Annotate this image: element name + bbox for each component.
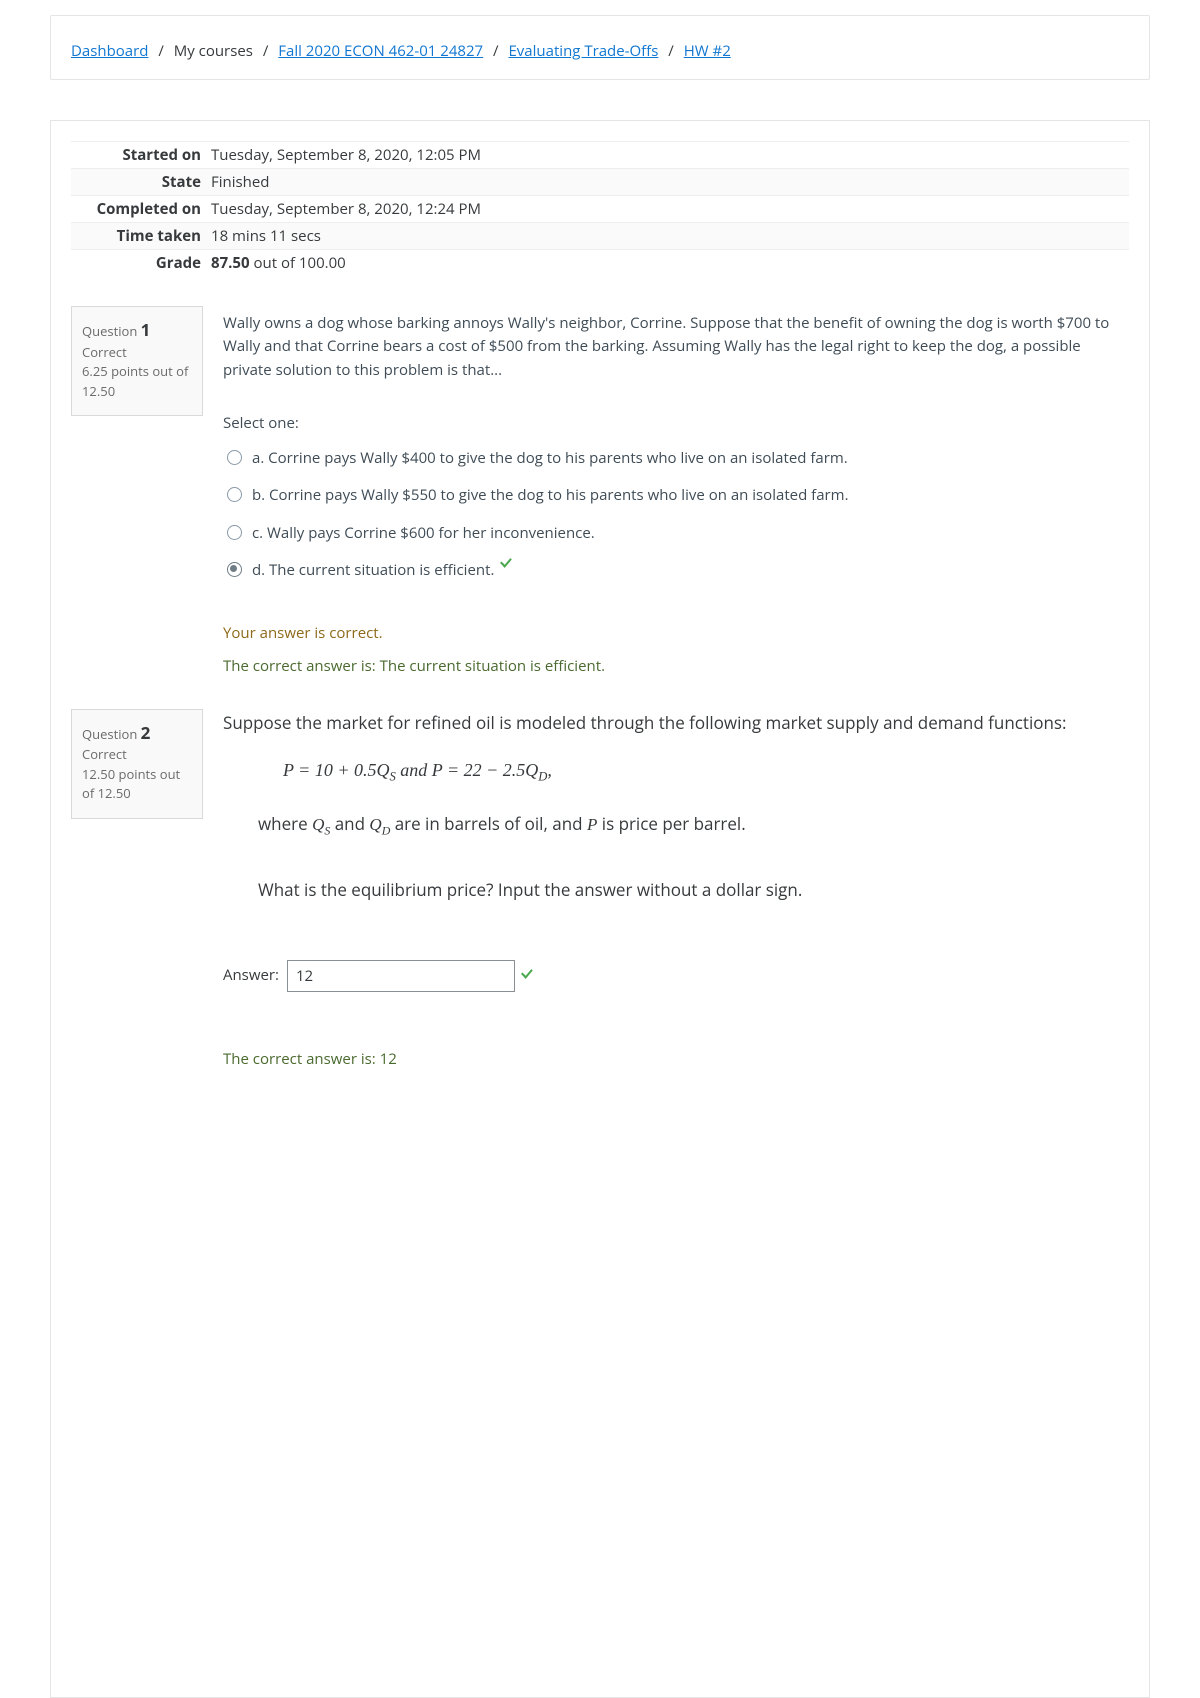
summary-label: State (71, 169, 211, 196)
feedback-correct: Your answer is correct. (223, 622, 1129, 645)
question-number: 2 (141, 721, 151, 744)
table-row: Completed on Tuesday, September 8, 2020,… (71, 196, 1129, 223)
summary-value: Tuesday, September 8, 2020, 12:24 PM (211, 196, 1129, 223)
question-2: Question 2 Correct 12.50 points out of 1… (71, 709, 1129, 1073)
question-label: Question (82, 725, 141, 743)
summary-label: Grade (71, 250, 211, 277)
radio-icon (227, 450, 242, 465)
answer-row: Answer: (223, 960, 1129, 992)
question-info-box: Question 1 Correct 6.25 points out of 12… (71, 306, 203, 416)
question-info-box: Question 2 Correct 12.50 points out of 1… (71, 709, 203, 819)
question-stem: Suppose the market for refined oil is mo… (223, 709, 1129, 738)
summary-value: 87.50 out of 100.00 (211, 250, 1129, 277)
option-b[interactable]: b. Corrine pays Wally $550 to give the d… (223, 484, 1129, 507)
check-icon (500, 560, 514, 571)
question-label: Question (82, 322, 141, 340)
summary-label: Started on (71, 142, 211, 169)
summary-value: 18 mins 11 secs (211, 223, 1129, 250)
answer-label: Answer: (223, 963, 279, 989)
table-row: Started on Tuesday, September 8, 2020, 1… (71, 142, 1129, 169)
equation-note: where QS and QD are in barrels of oil, a… (258, 810, 1129, 841)
option-label: d. The current situation is efficient. (252, 559, 494, 582)
answer-input[interactable] (287, 960, 515, 992)
summary-label: Completed on (71, 196, 211, 223)
option-label: a. Corrine pays Wally $400 to give the d… (252, 447, 848, 470)
breadcrumb-sep: / (493, 41, 499, 61)
table-row: Time taken 18 mins 11 secs (71, 223, 1129, 250)
select-one-prompt: Select one: (223, 412, 1129, 435)
breadcrumb: Dashboard / My courses / Fall 2020 ECON … (50, 15, 1150, 80)
breadcrumb-sep: / (158, 41, 164, 61)
option-d[interactable]: d. The current situation is efficient. (223, 559, 1129, 582)
feedback-answer: The correct answer is: 12 (223, 1047, 1129, 1073)
breadcrumb-sep: / (263, 41, 269, 61)
breadcrumb-mycourses: My courses (174, 41, 253, 61)
equation: P = 10 + 0.5QS and P = 22 − 2.5QD, (283, 755, 1129, 788)
table-row: State Finished (71, 169, 1129, 196)
check-icon (521, 971, 535, 982)
radio-icon (227, 487, 242, 502)
summary-value: Tuesday, September 8, 2020, 12:05 PM (211, 142, 1129, 169)
breadcrumb-activity-link[interactable]: HW #2 (684, 41, 731, 61)
breadcrumb-dashboard-link[interactable]: Dashboard (71, 41, 148, 61)
summary-value: Finished (211, 169, 1129, 196)
question-points: 6.25 points out of 12.50 (82, 362, 192, 401)
breadcrumb-course-link[interactable]: Fall 2020 ECON 462-01 24827 (278, 41, 483, 61)
question-status: Correct (82, 745, 192, 765)
feedback-answer: The correct answer is: The current situa… (223, 655, 1129, 678)
option-a[interactable]: a. Corrine pays Wally $400 to give the d… (223, 447, 1129, 470)
question-status: Correct (82, 343, 192, 363)
breadcrumb-sep: / (668, 41, 674, 61)
question-points: 12.50 points out of 12.50 (82, 765, 192, 804)
breadcrumb-section-link[interactable]: Evaluating Trade-Offs (508, 41, 658, 61)
radio-icon (227, 525, 242, 540)
summary-label: Time taken (71, 223, 211, 250)
question-1: Question 1 Correct 6.25 points out of 12… (71, 306, 1129, 679)
question-ask: What is the equilibrium price? Input the… (258, 876, 1129, 905)
option-label: c. Wally pays Corrine $600 for her incon… (252, 522, 595, 545)
attempt-summary-table: Started on Tuesday, September 8, 2020, 1… (71, 141, 1129, 276)
option-label: b. Corrine pays Wally $550 to give the d… (252, 484, 849, 507)
question-stem: Wally owns a dog whose barking annoys Wa… (223, 312, 1129, 382)
table-row: Grade 87.50 out of 100.00 (71, 250, 1129, 277)
radio-icon (227, 562, 242, 577)
feedback-block: Your answer is correct. The correct answ… (223, 622, 1129, 679)
question-number: 1 (141, 318, 151, 341)
quiz-review-card: Started on Tuesday, September 8, 2020, 1… (50, 120, 1150, 1698)
option-c[interactable]: c. Wally pays Corrine $600 for her incon… (223, 522, 1129, 545)
